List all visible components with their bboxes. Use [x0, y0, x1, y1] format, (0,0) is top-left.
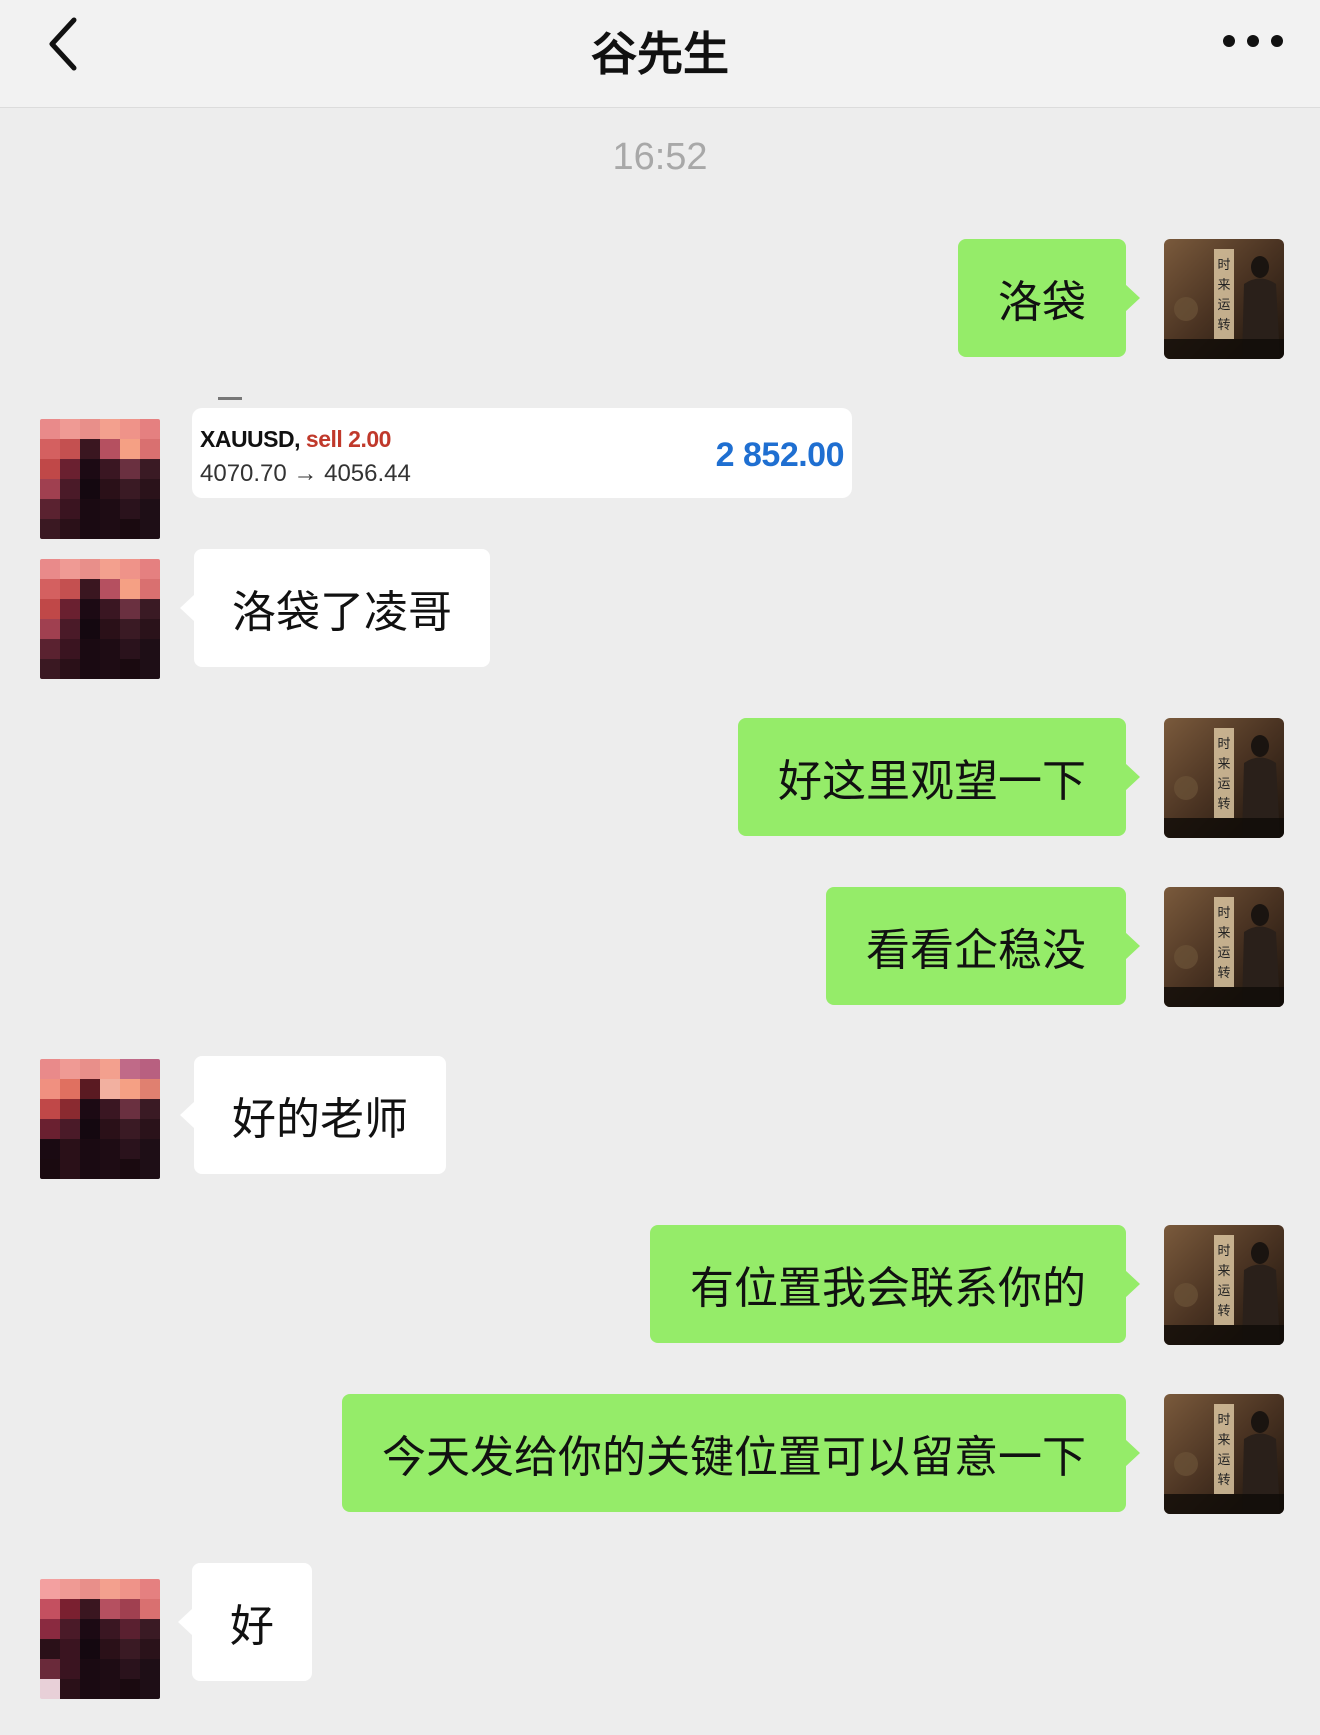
- avatar-image: 时 来 运 转: [1164, 887, 1284, 1007]
- chat-title: 谷先生: [591, 27, 729, 81]
- avatar-image: 时 来 运 转: [1164, 718, 1284, 838]
- avatar-pixelated-image: [40, 1579, 160, 1699]
- peer-message-bubble[interactable]: 洛袋了凌哥: [180, 549, 490, 667]
- svg-text:转: 转: [1217, 797, 1230, 812]
- svg-text:时: 时: [1217, 1413, 1230, 1428]
- svg-text:时: 时: [1217, 737, 1230, 752]
- svg-text:时: 时: [1217, 1244, 1230, 1259]
- svg-text:时: 时: [1217, 906, 1230, 921]
- avatar-pixelated-image: [40, 559, 160, 679]
- my-avatar[interactable]: 时 来 运 转: [1164, 887, 1284, 1007]
- svg-text:来: 来: [1217, 278, 1230, 293]
- svg-text:运: 运: [1217, 298, 1230, 313]
- avatar-image: 时 来 运 转: [1164, 239, 1284, 359]
- my-message-bubble[interactable]: 看看企稳没: [826, 887, 1140, 1005]
- svg-text:转: 转: [1217, 966, 1230, 981]
- peer-avatar[interactable]: [40, 559, 160, 679]
- trade-prices: 4070.70 → 4056.44: [200, 460, 411, 487]
- my-avatar[interactable]: 时 来 运 转: [1164, 1225, 1284, 1345]
- svg-text:来: 来: [1217, 757, 1230, 772]
- more-dots-icon[interactable]: [1220, 26, 1286, 56]
- svg-text:来: 来: [1217, 1264, 1230, 1279]
- my-message-bubble[interactable]: 今天发给你的关键位置可以留意一下: [342, 1394, 1140, 1512]
- svg-text:时: 时: [1217, 258, 1230, 273]
- peer-avatar[interactable]: [40, 419, 160, 539]
- peer-avatar[interactable]: [40, 1579, 160, 1699]
- my-avatar[interactable]: 时 来 运 转: [1164, 239, 1284, 359]
- navigation-bar: 谷先生: [0, 0, 1320, 108]
- trade-side: sell 2.00: [305, 426, 392, 452]
- card-clipped-top: [192, 394, 852, 408]
- message-timestamp: 16:52: [612, 136, 708, 178]
- avatar-image: 时 来 运 转: [1164, 1225, 1284, 1345]
- svg-text:转: 转: [1217, 1473, 1230, 1488]
- avatar-image: 时 来 运 转: [1164, 1394, 1284, 1514]
- avatar-pixelated-image: [40, 1059, 160, 1179]
- trade-profit: 2 852.00: [715, 436, 845, 474]
- peer-avatar[interactable]: [40, 1059, 160, 1179]
- my-avatar[interactable]: 时 来 运 转: [1164, 1394, 1284, 1514]
- peer-message-bubble[interactable]: 好: [178, 1563, 312, 1681]
- svg-text:运: 运: [1217, 777, 1230, 792]
- my-message-bubble[interactable]: 好这里观望一下: [738, 718, 1140, 836]
- svg-text:来: 来: [1217, 926, 1230, 941]
- my-avatar[interactable]: 时 来 运 转: [1164, 718, 1284, 838]
- svg-text:转: 转: [1217, 318, 1230, 333]
- peer-message-bubble[interactable]: 好的老师: [180, 1056, 446, 1174]
- trade-symbol-name: XAUUSD,: [200, 426, 301, 452]
- svg-text:运: 运: [1217, 1284, 1230, 1299]
- svg-text:运: 运: [1217, 946, 1230, 961]
- svg-text:来: 来: [1217, 1433, 1230, 1448]
- svg-text:转: 转: [1217, 1304, 1230, 1319]
- avatar-pixelated-image: [40, 419, 160, 539]
- my-message-bubble[interactable]: 有位置我会联系你的: [650, 1225, 1140, 1343]
- trade-result-card[interactable]: XAUUSD, sell 2.00 4070.70 → 4056.44 2 85…: [192, 408, 852, 498]
- trade-symbol: XAUUSD, sell 2.00: [200, 426, 391, 453]
- svg-text:运: 运: [1217, 1453, 1230, 1468]
- my-message-bubble[interactable]: 洛袋: [958, 239, 1140, 357]
